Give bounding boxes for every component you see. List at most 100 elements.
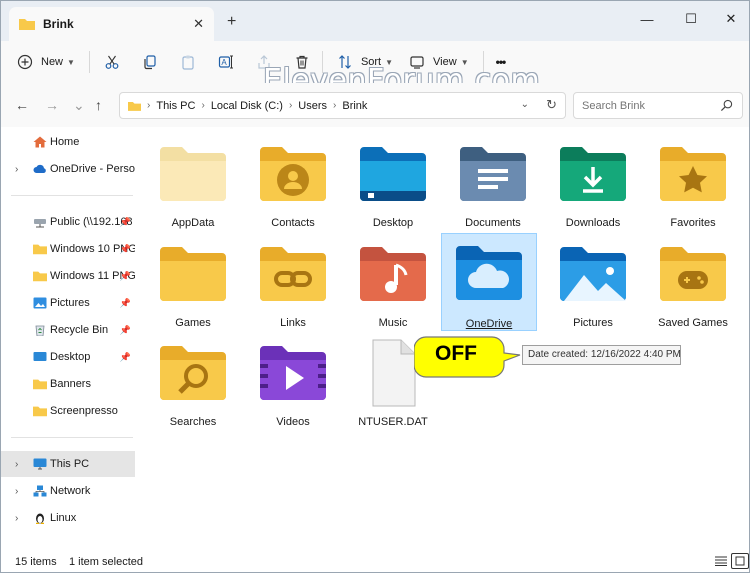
sidebar-item-onedrive[interactable]: › OneDrive - Persona (1, 156, 135, 182)
sidebar-item-recycle-bin[interactable]: Recycle Bin 📌 (1, 317, 135, 343)
file-item-label: Contacts (271, 217, 315, 229)
plus-circle-icon (15, 52, 35, 72)
sidebar-item-linux[interactable]: › Linux (1, 505, 135, 531)
pin-icon: 📌 (119, 324, 131, 335)
sidebar-item-label: Recycle Bin (50, 324, 109, 336)
this-pc-icon (33, 458, 47, 470)
close-tab-icon[interactable]: ✕ (193, 16, 204, 32)
back-button[interactable]: ← (15, 97, 29, 113)
recycle-bin-icon (35, 325, 45, 336)
file-item-documents[interactable]: Documents (445, 139, 541, 234)
copy-icon[interactable] (140, 52, 160, 72)
new-tab-button[interactable]: + (227, 13, 236, 31)
maximize-button[interactable]: ☐ (671, 7, 711, 31)
file-item-label: NTUSER.DAT (358, 416, 428, 428)
file-item-label: OneDrive (465, 318, 513, 330)
folder-icon (33, 244, 47, 255)
details-view-button[interactable] (712, 553, 730, 569)
favorites-folder-icon (660, 147, 726, 201)
sidebar-item-label: Pictures (50, 297, 90, 309)
status-bar: 15 items 1 item selected (1, 549, 749, 572)
file-item-downloads[interactable]: Downloads (545, 139, 641, 234)
pictures-icon (33, 297, 47, 309)
pin-icon: 📌 (119, 351, 131, 362)
home-icon (33, 136, 47, 148)
sidebar-item-label: This PC (50, 458, 90, 470)
file-item-onedrive[interactable]: OneDrive (441, 233, 537, 331)
refresh-button[interactable]: ↻ (546, 97, 557, 113)
chevron-right-icon[interactable]: › (15, 459, 18, 470)
rename-icon[interactable]: A (216, 52, 236, 72)
tab-brink[interactable]: Brink ✕ (9, 7, 214, 41)
sidebar-item-this-pc[interactable]: › This PC (1, 451, 135, 477)
date-created-tooltip: Date created: 12/16/2022 4:40 PM (522, 345, 681, 365)
address-bar[interactable]: › This PC › Local Disk (C:) › Users › Br… (119, 92, 566, 119)
onedrive-cloud-icon (33, 164, 46, 173)
search-input[interactable] (574, 93, 714, 118)
file-item-label: Games (175, 317, 211, 329)
address-bar-row: ← → ⌄ ↑ › This PC › Local Disk (C:) › Us… (1, 83, 749, 127)
file-item-label: AppData (171, 217, 215, 229)
sidebar-item-desktop[interactable]: Desktop 📌 (1, 344, 135, 370)
chevron-down-icon: ▼ (67, 57, 75, 67)
chevron-right-icon[interactable]: › (15, 486, 18, 497)
file-item-links[interactable]: Links (245, 239, 341, 334)
sidebar-item-label: Screenpresso (50, 405, 118, 417)
close-window-button[interactable]: ✕ (711, 7, 749, 31)
file-item-favorites[interactable]: Favorites (645, 139, 741, 234)
selection-count: 1 item selected (69, 556, 143, 568)
file-item-desktop[interactable]: Desktop (345, 139, 441, 234)
sidebar-item-screenpresso[interactable]: Screenpresso (1, 398, 135, 424)
desktop-icon (33, 352, 47, 361)
file-item-label: Downloads (565, 217, 621, 229)
file-item-appdata[interactable]: AppData (145, 139, 241, 234)
folder-icon (33, 379, 47, 390)
file-item-videos[interactable]: Videos (245, 338, 341, 433)
sidebar-item-pictures[interactable]: Pictures 📌 (1, 290, 135, 316)
file-item-games[interactable]: Games (145, 239, 241, 334)
network-icon (33, 485, 47, 497)
sidebar-item-windows10png[interactable]: Windows 10 PNG 📌 (1, 236, 135, 262)
cut-icon[interactable] (102, 52, 122, 72)
breadcrumb-this-pc[interactable]: This PC (156, 100, 195, 112)
recent-dropdown-button[interactable]: ⌄ (73, 97, 85, 114)
folder-icon (33, 271, 47, 282)
sidebar-divider (11, 195, 133, 196)
chevron-right-icon[interactable]: › (15, 513, 18, 524)
pin-icon: 📌 (119, 297, 131, 308)
breadcrumb-separator: › (201, 100, 205, 111)
file-item-music[interactable]: Music (345, 239, 441, 334)
sidebar-item-home[interactable]: Home (1, 129, 135, 155)
games-folder-icon (160, 247, 226, 301)
sidebar-item-public[interactable]: Public (\\192.168 📌 (1, 209, 135, 235)
file-item-pictures[interactable]: Pictures (545, 239, 641, 334)
sidebar-item-windows11png[interactable]: Windows 11 PNG 📌 (1, 263, 135, 289)
search-icon[interactable] (720, 99, 733, 112)
paste-icon[interactable] (178, 52, 198, 72)
minimize-button[interactable]: — (627, 7, 667, 31)
sidebar-item-network[interactable]: › Network (1, 478, 135, 504)
new-button-label: New (41, 56, 64, 68)
off-callout-label: OFF (435, 342, 477, 365)
tab-title: Brink (43, 17, 74, 31)
address-dropdown-button[interactable]: ⌄ (521, 99, 529, 110)
breadcrumb-brink[interactable]: Brink (342, 100, 367, 112)
file-item-saved-games[interactable]: Saved Games (645, 239, 741, 334)
up-button[interactable]: ↑ (95, 97, 102, 113)
breadcrumb-local-disk[interactable]: Local Disk (C:) (211, 100, 283, 112)
chevron-right-icon[interactable]: › (15, 164, 18, 175)
search-box[interactable] (573, 92, 743, 119)
forward-button[interactable]: → (45, 97, 59, 113)
breadcrumb-users[interactable]: Users (298, 100, 327, 112)
music-folder-icon (360, 247, 426, 301)
svg-text:A: A (221, 58, 227, 67)
network-drive-icon (34, 219, 46, 228)
breadcrumb-separator: › (333, 100, 337, 111)
desktop-folder-icon (360, 147, 426, 201)
file-item-label: Favorites (670, 217, 716, 229)
tiles-view-button[interactable] (731, 553, 749, 569)
new-button[interactable]: New ▼ (15, 52, 75, 72)
sidebar-item-banners[interactable]: Banners (1, 371, 135, 397)
file-item-contacts[interactable]: Contacts (245, 139, 341, 234)
file-item-searches[interactable]: Searches (145, 338, 241, 433)
